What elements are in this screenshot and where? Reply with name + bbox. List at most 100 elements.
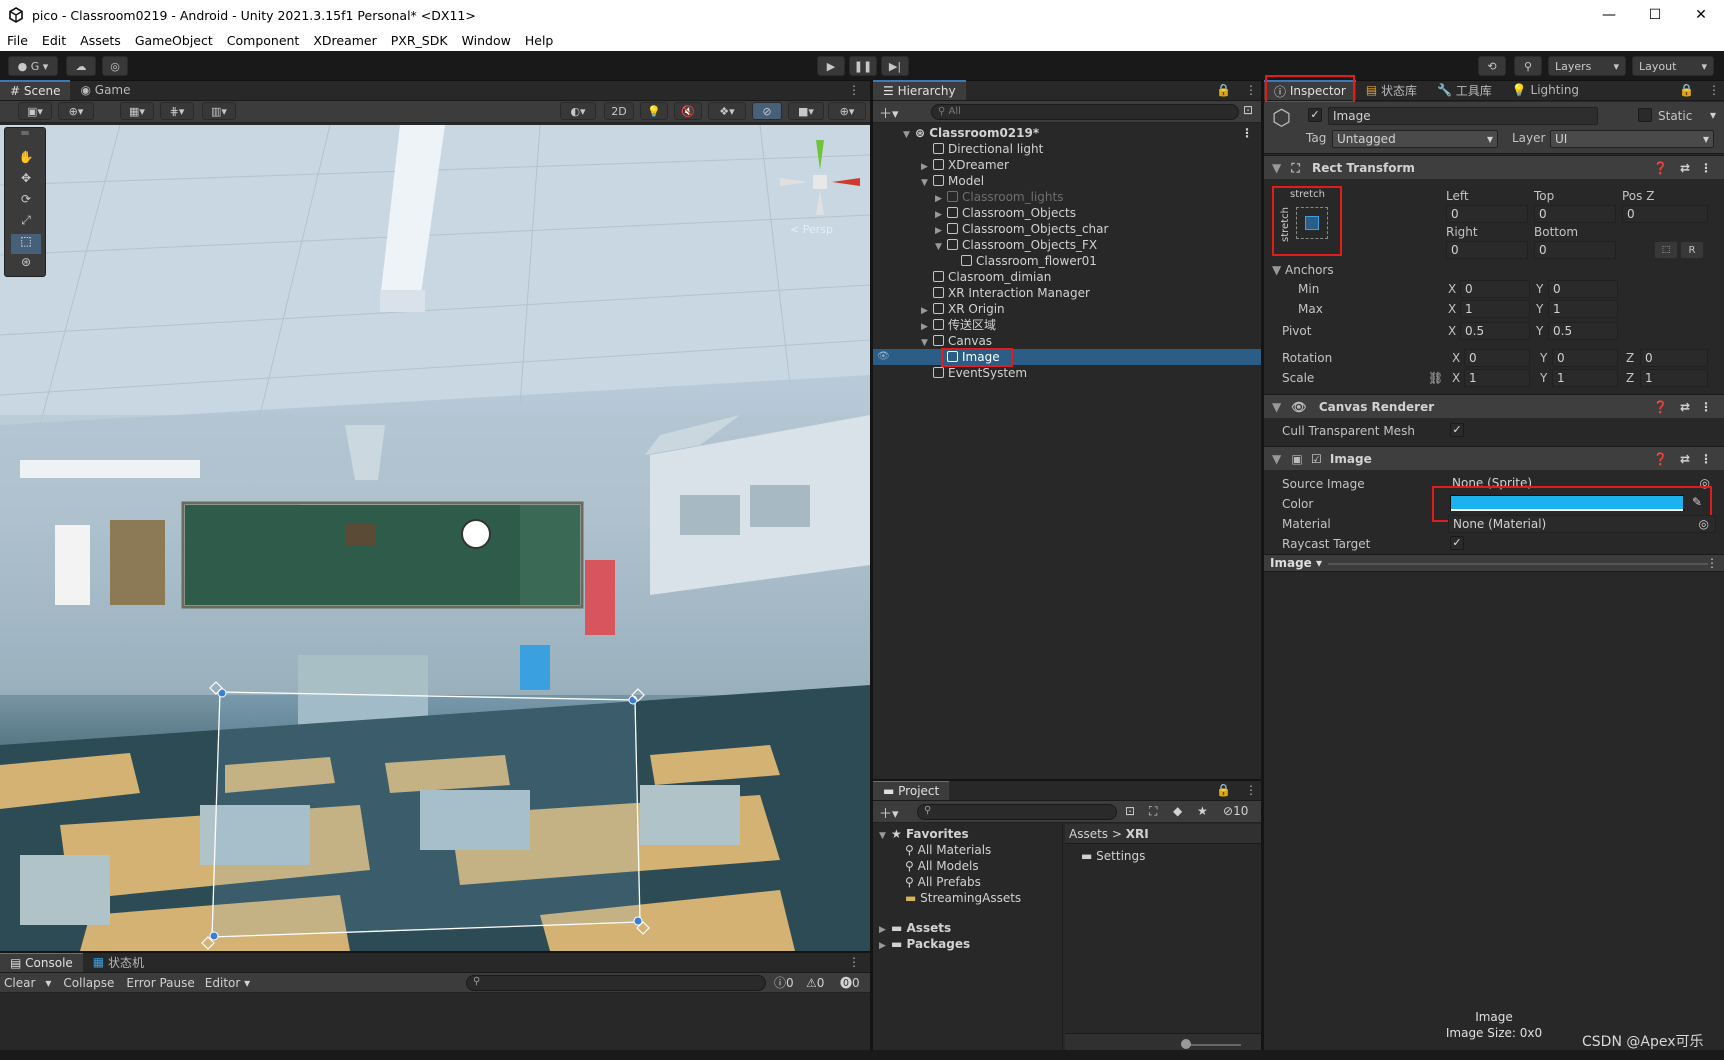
- list-item[interactable]: Directional light: [873, 141, 1261, 157]
- anchors-foldout[interactable]: ▼ Anchors: [1272, 263, 1334, 277]
- panel-divider[interactable]: [873, 779, 1261, 781]
- visibility-icon[interactable]: 👁: [877, 349, 890, 365]
- collab-button[interactable]: ◎: [102, 56, 128, 76]
- raw-edit-button[interactable]: R: [1680, 241, 1704, 259]
- error-pause-button[interactable]: Error Pause: [120, 976, 200, 990]
- link-scale-icon[interactable]: ⛓: [1428, 371, 1443, 385]
- rotate-tool[interactable]: ⟳: [14, 192, 38, 212]
- preview-header[interactable]: Image ▾ ⋮: [1264, 554, 1724, 572]
- orientation-gizmo-icon[interactable]: [780, 140, 860, 220]
- tab-hierarchy[interactable]: ☰ Hierarchy: [873, 80, 966, 100]
- panel-divider[interactable]: [1261, 81, 1264, 1060]
- image-enabled-checkbox[interactable]: ☑: [1307, 452, 1322, 466]
- search-by-type-icon[interactable]: ⊡: [1125, 804, 1135, 818]
- gizmos-button[interactable]: ⊕▾: [828, 102, 866, 120]
- log-count[interactable]: ⓘ0: [774, 974, 794, 991]
- clear-dropdown-icon[interactable]: ▾: [39, 976, 57, 990]
- move-tool[interactable]: ✥: [14, 171, 38, 191]
- step-button[interactable]: ▶|: [881, 56, 909, 76]
- lock-icon[interactable]: 🔒: [1669, 80, 1704, 100]
- assets-row[interactable]: ▶ ▬ Assets: [873, 920, 1062, 936]
- anchor-min-y-field[interactable]: 0: [1548, 280, 1618, 298]
- list-item[interactable]: Classroom_flower01: [873, 253, 1261, 269]
- search-options-icon[interactable]: ⊡: [1243, 103, 1253, 117]
- scale-z-field[interactable]: 1: [1640, 369, 1708, 387]
- list-item[interactable]: ⚲ All Prefabs: [873, 874, 1062, 890]
- packages-row[interactable]: ▶ ▬ Packages: [873, 936, 1062, 952]
- ruler-button[interactable]: ▥▾: [202, 102, 236, 120]
- anchor-max-x-field[interactable]: 1: [1460, 300, 1530, 318]
- top-field[interactable]: 0: [1534, 205, 1616, 223]
- bottom-field[interactable]: 0: [1534, 241, 1616, 259]
- image-component-header[interactable]: ▼ ▣ ☑ Image ❓ ⇄ ⋮: [1264, 446, 1724, 470]
- list-item[interactable]: ▶ Classroom_Objects_char: [873, 221, 1261, 237]
- list-item[interactable]: ▶ Classroom_lights: [873, 189, 1261, 205]
- raycast-target-checkbox[interactable]: ✓: [1450, 536, 1464, 550]
- panel-menu-icon[interactable]: ⋮: [838, 80, 870, 100]
- create-button[interactable]: ＋▾: [879, 103, 899, 122]
- tab-console[interactable]: ▤ Console: [0, 952, 83, 972]
- star-icon[interactable]: ★: [1197, 804, 1208, 818]
- hidden-count[interactable]: ⊘10: [1223, 804, 1248, 818]
- right-field[interactable]: 0: [1446, 241, 1528, 259]
- draw-mode-button[interactable]: ▣▾: [18, 102, 52, 120]
- tag-dropdown[interactable]: Untagged ▾: [1332, 130, 1498, 148]
- panel-divider[interactable]: [0, 951, 870, 953]
- preset-icon[interactable]: ⇄: [1680, 447, 1690, 471]
- panel-menu-icon[interactable]: ⋮: [838, 952, 870, 972]
- chevron-down-icon[interactable]: ▾: [1710, 108, 1716, 122]
- list-item[interactable]: ▶ 传送区域: [873, 317, 1261, 333]
- panel-divider[interactable]: [870, 81, 873, 1060]
- maximize-button[interactable]: ☐: [1632, 0, 1678, 30]
- canvas-renderer-header[interactable]: ▼ 👁 Canvas Renderer ❓ ⇄ ⋮: [1264, 394, 1724, 418]
- list-item[interactable]: ⚲ All Materials: [873, 842, 1062, 858]
- menu-gameobject[interactable]: GameObject: [128, 33, 220, 48]
- static-checkbox[interactable]: [1638, 108, 1652, 122]
- blueprint-mode-button[interactable]: ⬚: [1654, 241, 1678, 259]
- tab-scene[interactable]: # Scene: [0, 80, 71, 100]
- play-button[interactable]: ▶: [817, 56, 845, 76]
- anchor-min-x-field[interactable]: 0: [1460, 280, 1530, 298]
- list-item[interactable]: ⚲ All Models: [873, 858, 1062, 874]
- list-item[interactable]: ▼ Canvas: [873, 333, 1261, 349]
- list-item[interactable]: ▼ Model: [873, 173, 1261, 189]
- minimize-button[interactable]: —: [1586, 0, 1632, 30]
- layout-dropdown[interactable]: Layout ▾: [1632, 56, 1714, 76]
- effects-button[interactable]: ❖▾: [708, 102, 746, 120]
- tab-lighting[interactable]: 💡 Lighting: [1502, 80, 1589, 100]
- list-item[interactable]: ▼ Classroom_Objects_FX: [873, 237, 1261, 253]
- list-item[interactable]: XR Interaction Manager: [873, 285, 1261, 301]
- history-button[interactable]: ⟲: [1478, 56, 1506, 76]
- tab-state-machine[interactable]: ▦ 状态机: [83, 952, 154, 972]
- clear-button[interactable]: Clear: [0, 976, 39, 990]
- rotation-z-field[interactable]: 0: [1640, 349, 1708, 367]
- menu-pxr-sdk[interactable]: PXR_SDK: [384, 33, 455, 48]
- menu-window[interactable]: Window: [455, 33, 518, 48]
- lock-icon[interactable]: 🔒: [1206, 780, 1241, 800]
- scene-menu-icon[interactable]: ⋮: [1241, 125, 1253, 141]
- menu-file[interactable]: File: [0, 33, 35, 48]
- cull-transparent-checkbox[interactable]: ✓: [1450, 423, 1464, 437]
- tab-project[interactable]: ▬ Project: [873, 780, 950, 800]
- object-picker-icon[interactable]: ◎: [1699, 516, 1709, 532]
- cloud-button[interactable]: ☁: [66, 56, 96, 76]
- help-icon[interactable]: ❓: [1653, 395, 1668, 419]
- list-item[interactable]: EventSystem: [873, 365, 1261, 381]
- collapse-button[interactable]: Collapse: [57, 976, 120, 990]
- camera-button[interactable]: ■▾: [788, 102, 824, 120]
- hierarchy-search-input[interactable]: ⚲ All: [931, 104, 1239, 120]
- left-field[interactable]: 0: [1446, 205, 1528, 223]
- layer-dropdown[interactable]: UI ▾: [1550, 130, 1714, 148]
- editor-dropdown[interactable]: Editor ▾: [201, 976, 254, 990]
- create-asset-button[interactable]: ＋▾: [879, 803, 899, 822]
- active-checkbox[interactable]: ✓: [1308, 108, 1322, 122]
- menu-help[interactable]: Help: [518, 33, 561, 48]
- label-icon[interactable]: ◆: [1173, 804, 1182, 818]
- tab-game[interactable]: ◉ Game: [70, 80, 140, 100]
- account-button[interactable]: ● G ▾: [8, 56, 58, 76]
- list-item[interactable]: ▶ XDreamer: [873, 157, 1261, 173]
- tab-tool-library[interactable]: 🔧 工具库: [1427, 80, 1502, 100]
- preview-menu-icon[interactable]: ⋮: [1706, 556, 1718, 570]
- filter-type-icon[interactable]: ⛶: [1149, 804, 1157, 819]
- list-item-selected[interactable]: 👁 Image: [873, 349, 1261, 365]
